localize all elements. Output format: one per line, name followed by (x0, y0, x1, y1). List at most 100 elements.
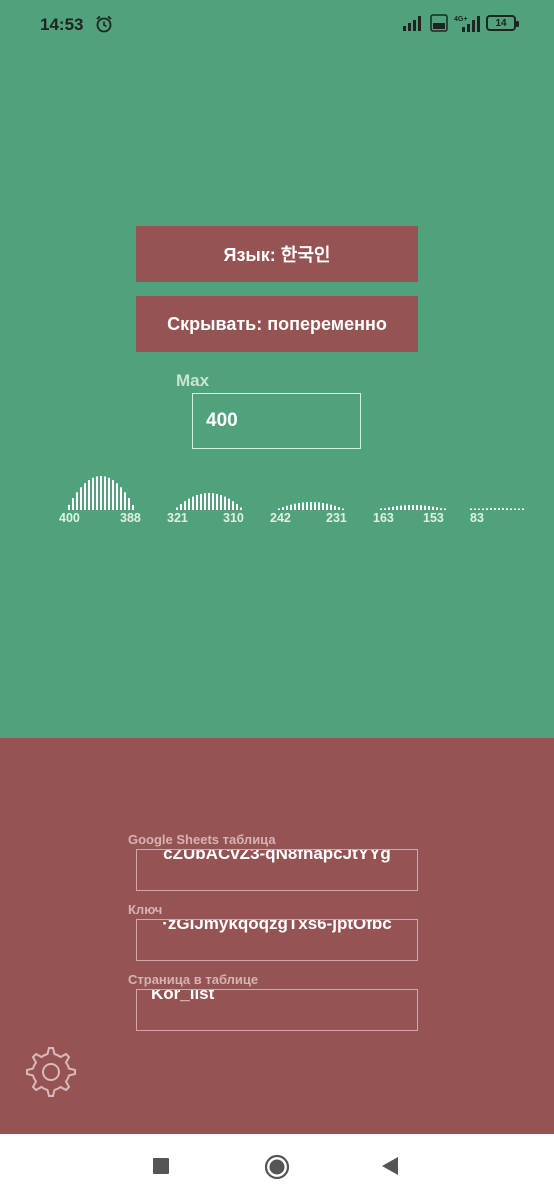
histogram-bar (204, 493, 206, 510)
histogram-label: 83 (470, 511, 484, 525)
histogram-bar (294, 503, 296, 510)
histogram-bar (100, 476, 102, 510)
histogram-bar (108, 477, 110, 510)
histogram-bar (330, 504, 332, 510)
histogram-bar (318, 502, 320, 510)
histogram-bar (436, 507, 438, 510)
histogram-label: 321 (167, 511, 188, 525)
histogram-bar (502, 508, 504, 510)
histogram-bar (128, 498, 130, 510)
histogram-bar (470, 508, 472, 510)
histogram-bar (498, 508, 500, 510)
gear-icon[interactable] (20, 1042, 78, 1100)
histogram-label: 310 (223, 511, 244, 525)
home-button[interactable] (264, 1154, 290, 1180)
key-label: Ключ (128, 902, 163, 917)
progress-histogram (68, 476, 524, 510)
histogram-bar (180, 504, 182, 510)
language-button[interactable]: Язык: 한국인 (136, 226, 418, 282)
histogram-bar (282, 507, 284, 510)
svg-text:4G+: 4G+ (454, 16, 467, 23)
histogram-bar (518, 508, 520, 510)
histogram-bar (68, 504, 70, 510)
histogram-bar (232, 501, 234, 510)
status-time: 14:53 (40, 15, 84, 34)
histogram-bar (380, 508, 382, 510)
histogram-bar (72, 498, 74, 510)
back-button[interactable] (380, 1156, 400, 1176)
histogram-bar (342, 508, 344, 510)
histogram-bar (236, 504, 238, 510)
volte-icon (430, 14, 448, 32)
hide-mode-button[interactable]: Скрывать: попеременно (136, 296, 418, 352)
max-label: Max (176, 371, 210, 390)
histogram-bar (220, 495, 222, 510)
histogram-bar (400, 505, 402, 510)
histogram-bar (326, 503, 328, 510)
histogram-bar (474, 508, 476, 510)
histogram-bar (306, 502, 308, 510)
histogram-bar (200, 493, 202, 510)
sheet-label: Google Sheets таблица (128, 832, 276, 847)
histogram-bar (188, 498, 190, 510)
histogram-bar (412, 505, 414, 510)
histogram-bar (124, 492, 126, 510)
histogram-bar (212, 493, 214, 510)
key-value: ·zGIJmykqoqzgTxs6-jptOfbc (162, 919, 392, 933)
status-icons: 4G+ 14 (402, 14, 519, 32)
histogram-bar (96, 476, 98, 510)
histogram-bar (334, 505, 336, 510)
histogram-bar (104, 476, 106, 510)
histogram-bar (478, 508, 480, 510)
key-field[interactable]: ·zGIJmykqoqzgTxs6-jptOfbc (136, 919, 418, 961)
histogram-bar (432, 506, 434, 510)
histogram-bar (240, 507, 242, 510)
histogram-bar (424, 505, 426, 510)
histogram-bar (208, 493, 210, 510)
histogram-bar (76, 492, 78, 510)
histogram-bar (490, 508, 492, 510)
alarm-icon (96, 15, 112, 33)
histogram-label: 242 (270, 511, 291, 525)
histogram-bar (510, 508, 512, 510)
settings-panel (0, 0, 554, 738)
histogram-bar (290, 504, 292, 510)
sheet-field[interactable]: cZUbACvZ3-qN8fnapcJtYYg (136, 849, 418, 891)
histogram-bar (310, 502, 312, 510)
histogram-label: 153 (423, 511, 444, 525)
histogram-bar (84, 483, 86, 510)
histogram-bar (420, 505, 422, 510)
histogram-bar (408, 505, 410, 510)
recent-apps-button[interactable] (153, 1158, 169, 1174)
histogram-bar (286, 505, 288, 510)
histogram-bar (506, 508, 508, 510)
max-input[interactable] (192, 393, 361, 449)
histogram-bar (486, 508, 488, 510)
histogram-bar (92, 477, 94, 510)
histogram-bar (440, 508, 442, 510)
histogram-bar (278, 508, 280, 510)
histogram-bar (428, 506, 430, 510)
histogram-bar (322, 502, 324, 510)
histogram-bar (184, 501, 186, 510)
page-label: Страница в таблице (128, 972, 259, 987)
histogram-bar (416, 505, 418, 510)
histogram-bar (302, 502, 304, 510)
histogram-bar (116, 483, 118, 510)
histogram-label: 388 (120, 511, 141, 525)
histogram-bar (80, 487, 82, 510)
histogram-bar (514, 508, 516, 510)
page-field[interactable]: Kor_list (136, 989, 418, 1031)
histogram-bar (384, 508, 386, 510)
battery-icon: 14 (486, 15, 519, 31)
histogram-bar (522, 508, 524, 510)
histogram-bar (176, 507, 178, 510)
page-value: Kor_list (151, 989, 215, 1003)
histogram-label: 163 (373, 511, 394, 525)
histogram-bar (88, 480, 90, 510)
histogram-label: 400 (59, 511, 80, 525)
sheet-value: cZUbACvZ3-qN8fnapcJtYYg (163, 849, 391, 863)
histogram-bar (216, 493, 218, 510)
histogram-bar (112, 480, 114, 510)
histogram-bar (314, 502, 316, 510)
